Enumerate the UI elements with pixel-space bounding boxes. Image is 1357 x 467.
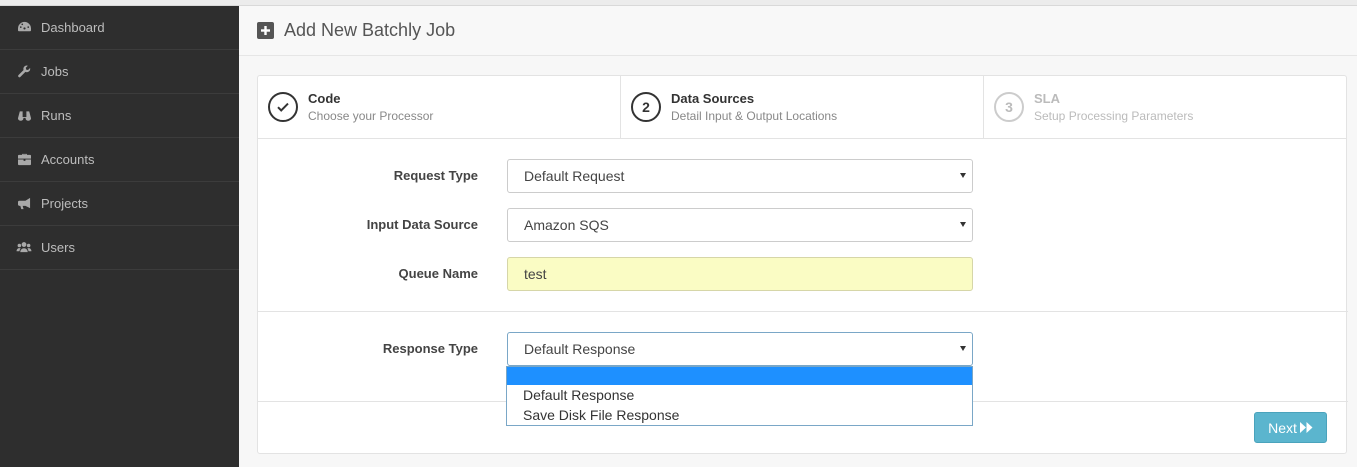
sidebar: Dashboard Jobs Runs Accounts Projects Us… bbox=[0, 6, 239, 467]
step-subtitle: Setup Processing Parameters bbox=[1034, 109, 1194, 123]
queue-name-value: test bbox=[524, 266, 547, 282]
step-subtitle: Detail Input & Output Locations bbox=[671, 109, 838, 123]
next-button-label: Next bbox=[1268, 419, 1297, 436]
step-subtitle: Choose your Processor bbox=[308, 109, 434, 123]
divider bbox=[258, 311, 1348, 312]
wizard-steps: Code Choose your Processor 2 Data Source… bbox=[258, 76, 1346, 139]
sidebar-item-label: Accounts bbox=[41, 152, 95, 167]
request-type-select[interactable]: Default Request bbox=[507, 159, 973, 193]
dropdown-option-empty[interactable] bbox=[507, 367, 972, 385]
step-number: 3 bbox=[994, 92, 1024, 122]
sidebar-item-label: Runs bbox=[41, 108, 72, 123]
response-type-dropdown: Default Response Save Disk File Response bbox=[506, 366, 973, 426]
request-type-value: Default Request bbox=[524, 168, 625, 184]
caret-down-icon bbox=[960, 346, 966, 351]
sidebar-item-label: Users bbox=[41, 240, 75, 255]
wrench-icon bbox=[16, 65, 32, 79]
step-title: SLA bbox=[1034, 91, 1060, 106]
plus-square-icon bbox=[257, 22, 274, 39]
response-type-select[interactable]: Default Response bbox=[507, 332, 973, 366]
sidebar-item-label: Jobs bbox=[41, 64, 69, 79]
next-button[interactable]: Next bbox=[1254, 412, 1327, 443]
response-type-label: Response Type bbox=[382, 341, 478, 356]
sidebar-item-accounts[interactable]: Accounts bbox=[0, 138, 239, 182]
page-title: Add New Batchly Job bbox=[284, 20, 456, 40]
input-source-label: Input Data Source bbox=[366, 217, 478, 232]
bullhorn-icon bbox=[16, 197, 32, 211]
sidebar-item-runs[interactable]: Runs bbox=[0, 94, 239, 138]
users-icon bbox=[16, 241, 32, 255]
input-source-select[interactable]: Amazon SQS bbox=[507, 208, 973, 242]
request-type-row: Request Type Default Request bbox=[258, 159, 1348, 193]
step-sla[interactable]: 3 SLA Setup Processing Parameters bbox=[984, 76, 1346, 138]
response-type-value: Default Response bbox=[524, 341, 636, 357]
sidebar-item-users[interactable]: Users bbox=[0, 226, 239, 270]
page-header: Add New Batchly Job bbox=[239, 6, 1357, 56]
sidebar-item-dashboard[interactable]: Dashboard bbox=[0, 6, 239, 50]
binoculars-icon bbox=[16, 109, 32, 123]
sidebar-item-jobs[interactable]: Jobs bbox=[0, 50, 239, 94]
sidebar-item-label: Dashboard bbox=[41, 20, 105, 35]
response-type-row: Response Type Default Response bbox=[258, 332, 1348, 366]
wizard-card: Code Choose your Processor 2 Data Source… bbox=[257, 75, 1348, 454]
step-title: Data Sources bbox=[671, 91, 755, 106]
input-source-value: Amazon SQS bbox=[524, 217, 609, 233]
step-title: Code bbox=[308, 91, 341, 106]
dropdown-option-default-response[interactable]: Default Response bbox=[507, 385, 972, 405]
sidebar-item-label: Projects bbox=[41, 196, 88, 211]
caret-down-icon bbox=[960, 173, 966, 178]
step-data-sources[interactable]: 2 Data Sources Detail Input & Output Loc… bbox=[621, 76, 984, 138]
caret-down-icon bbox=[960, 222, 966, 227]
input-source-row: Input Data Source Amazon SQS bbox=[258, 208, 1348, 242]
request-type-label: Request Type bbox=[393, 168, 478, 183]
step-number: 2 bbox=[631, 92, 661, 122]
step-code[interactable]: Code Choose your Processor bbox=[258, 76, 621, 138]
main-content: Add New Batchly Job Code Choose your Pro… bbox=[239, 6, 1357, 467]
dashboard-icon bbox=[16, 21, 32, 35]
briefcase-icon bbox=[16, 153, 32, 167]
dropdown-option-save-disk-file-response[interactable]: Save Disk File Response bbox=[507, 405, 972, 425]
sidebar-item-projects[interactable]: Projects bbox=[0, 182, 239, 226]
fast-forward-icon bbox=[1299, 422, 1313, 433]
checkmark-icon bbox=[268, 92, 298, 122]
queue-name-input[interactable]: test bbox=[507, 257, 973, 291]
queue-name-row: Queue Name test bbox=[258, 257, 1348, 291]
queue-name-label: Queue Name bbox=[398, 266, 478, 281]
